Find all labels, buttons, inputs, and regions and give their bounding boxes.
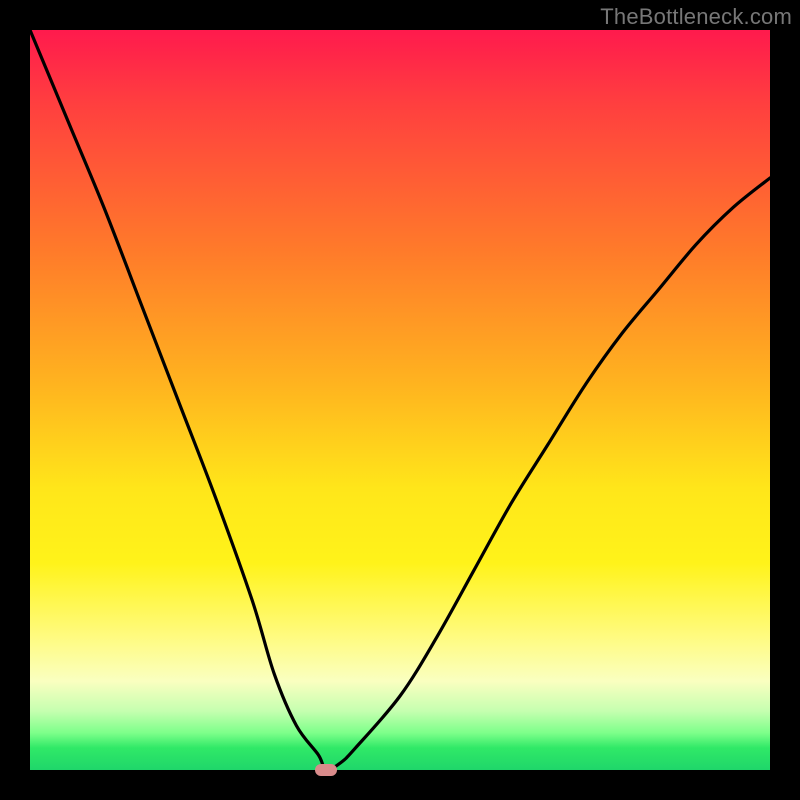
chart-frame: TheBottleneck.com [0,0,800,800]
min-point-marker [315,764,337,776]
watermark-text: TheBottleneck.com [600,4,792,30]
bottleneck-curve [0,0,800,800]
